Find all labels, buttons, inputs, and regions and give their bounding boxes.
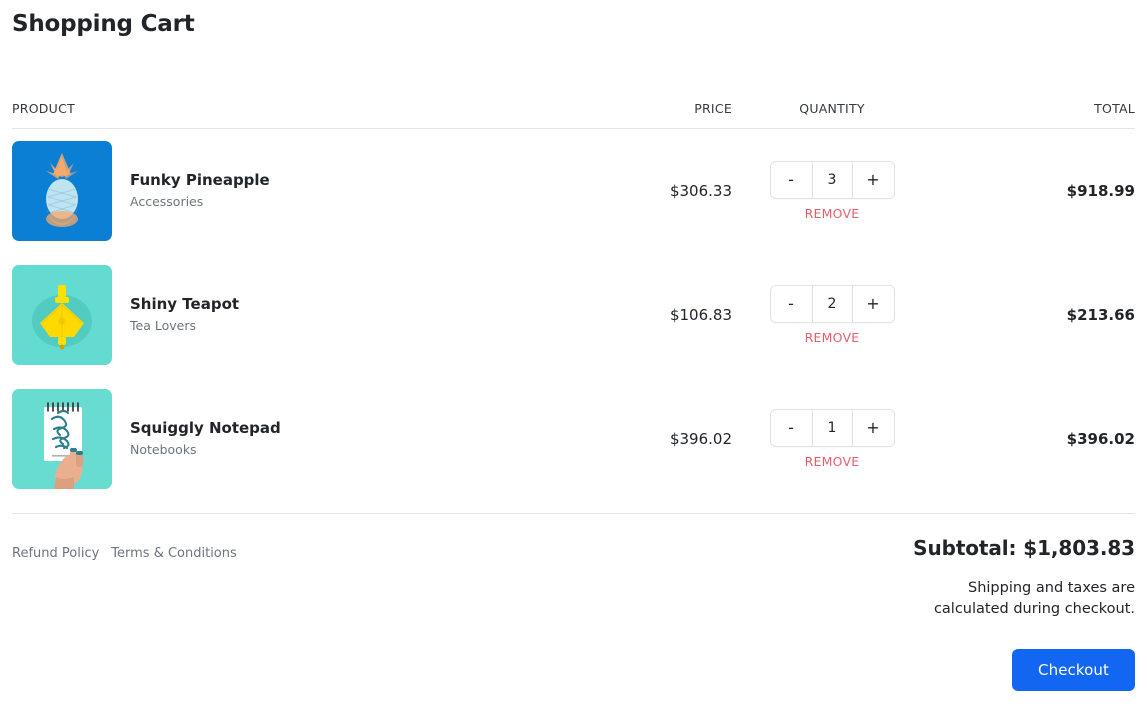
quantity-stepper[interactable]: - 1 + — [770, 409, 895, 447]
cart-table-header-row: PRODUCT PRICE QUANTITY TOTAL — [12, 101, 1135, 129]
product-info: Funky Pineapple Accessories — [130, 171, 270, 210]
product-info: Squiggly Notepad Notebooks — [130, 419, 281, 458]
quantity-cell: - 2 + REMOVE — [732, 253, 932, 377]
product-category: Notebooks — [130, 442, 281, 458]
quantity-cell: - 3 + REMOVE — [732, 128, 932, 253]
quantity-stepper[interactable]: - 3 + — [770, 161, 895, 199]
cart-table-body: Funky Pineapple Accessories $306.33 - 3 … — [12, 128, 1135, 501]
checkout-button[interactable]: Checkout — [1012, 649, 1135, 691]
refund-policy-link[interactable]: Refund Policy — [12, 546, 99, 561]
product-total: $213.66 — [932, 253, 1135, 377]
increment-quantity-button[interactable]: + — [853, 162, 894, 198]
page-title: Shopping Cart — [12, 0, 1135, 39]
cart-table-head: PRODUCT PRICE QUANTITY TOTAL — [12, 101, 1135, 129]
shipping-note: Shipping and taxes are calculated during… — [890, 578, 1135, 620]
column-header-product: PRODUCT — [12, 101, 622, 129]
remove-item-link[interactable]: REMOVE — [732, 206, 932, 221]
product-info: Shiny Teapot Tea Lovers — [130, 295, 239, 334]
quantity-value[interactable]: 2 — [812, 286, 853, 322]
terms-conditions-link[interactable]: Terms & Conditions — [111, 546, 237, 561]
remove-item-link[interactable]: REMOVE — [732, 330, 932, 345]
product-cell: Squiggly Notepad Notebooks — [12, 377, 622, 501]
quantity-stepper[interactable]: - 2 + — [770, 285, 895, 323]
footer-divider — [12, 513, 1135, 514]
product-thumbnail[interactable] — [12, 265, 112, 365]
product-name: Shiny Teapot — [130, 295, 239, 314]
column-header-total: TOTAL — [932, 101, 1135, 129]
checkout-row: Checkout — [12, 649, 1135, 691]
product-thumbnail[interactable] — [12, 389, 112, 489]
product-name: Funky Pineapple — [130, 171, 270, 190]
cart-summary: Subtotal: $1,803.83 Shipping and taxes a… — [890, 535, 1135, 620]
table-row: Shiny Teapot Tea Lovers $106.83 - 2 + RE… — [12, 253, 1135, 377]
product-thumbnail[interactable] — [12, 141, 112, 241]
subtotal-amount: Subtotal: $1,803.83 — [890, 535, 1135, 561]
shopping-cart-page: Shopping Cart PRODUCT PRICE QUANTITY TOT… — [0, 0, 1147, 707]
decrement-quantity-button[interactable]: - — [771, 286, 812, 322]
table-row: Squiggly Notepad Notebooks $396.02 - 1 +… — [12, 377, 1135, 501]
quantity-value[interactable]: 1 — [812, 410, 853, 446]
column-header-quantity: QUANTITY — [732, 101, 932, 129]
increment-quantity-button[interactable]: + — [853, 410, 894, 446]
increment-quantity-button[interactable]: + — [853, 286, 894, 322]
quantity-value[interactable]: 3 — [812, 162, 853, 198]
cart-footer: Refund Policy Terms & Conditions Subtota… — [12, 535, 1135, 620]
table-row: Funky Pineapple Accessories $306.33 - 3 … — [12, 128, 1135, 253]
decrement-quantity-button[interactable]: - — [771, 410, 812, 446]
decrement-quantity-button[interactable]: - — [771, 162, 812, 198]
cart-table: PRODUCT PRICE QUANTITY TOTAL — [12, 101, 1135, 501]
policy-links: Refund Policy Terms & Conditions — [12, 535, 237, 561]
product-category: Tea Lovers — [130, 318, 239, 334]
product-price: $306.33 — [622, 128, 732, 253]
product-cell: Funky Pineapple Accessories — [12, 128, 622, 253]
product-total: $918.99 — [932, 128, 1135, 253]
product-name: Squiggly Notepad — [130, 419, 281, 438]
remove-item-link[interactable]: REMOVE — [732, 454, 932, 469]
product-price: $106.83 — [622, 253, 732, 377]
product-total: $396.02 — [932, 377, 1135, 501]
product-category: Accessories — [130, 194, 270, 210]
product-price: $396.02 — [622, 377, 732, 501]
product-cell: Shiny Teapot Tea Lovers — [12, 253, 622, 377]
column-header-price: PRICE — [622, 101, 732, 129]
quantity-cell: - 1 + REMOVE — [732, 377, 932, 501]
